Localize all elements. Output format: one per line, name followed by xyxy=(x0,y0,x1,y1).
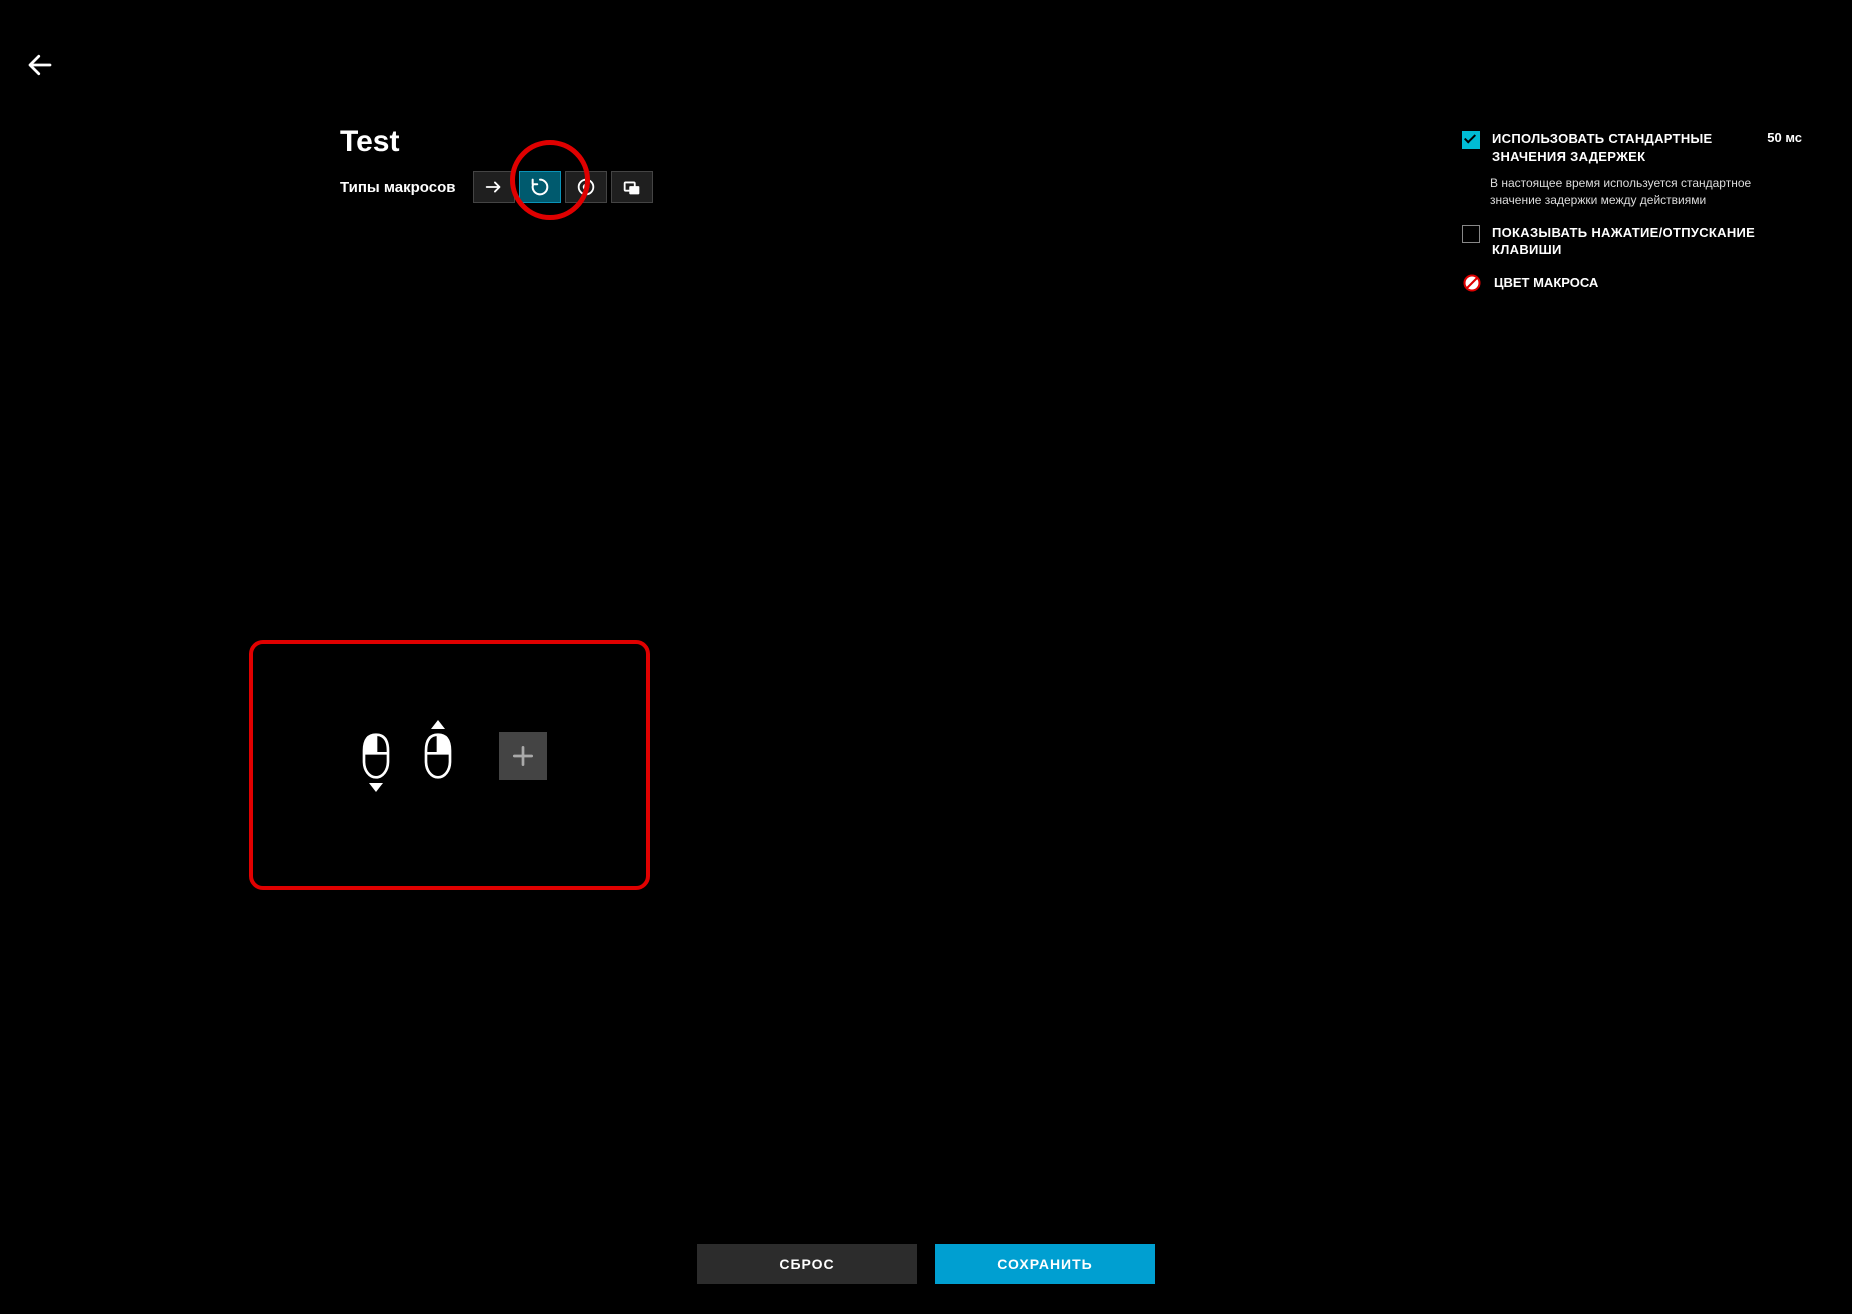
arrow-down-icon xyxy=(369,783,383,792)
arrow-right-icon xyxy=(483,176,505,198)
save-button[interactable]: СОХРАНИТЬ xyxy=(935,1244,1155,1284)
macro-action-mouse-right[interactable] xyxy=(417,720,459,792)
back-button[interactable] xyxy=(25,50,55,80)
show-press-release-checkbox[interactable] xyxy=(1462,225,1480,243)
use-default-delay-label: ИСПОЛЬЗОВАТЬ СТАНДАРТНЫЕ ЗНАЧЕНИЯ ЗАДЕРЖ… xyxy=(1492,130,1747,165)
no-color-icon xyxy=(1462,273,1482,293)
macro-color-swatch[interactable] xyxy=(1462,273,1482,293)
use-default-delay-desc: В настоящее время используется стандартн… xyxy=(1490,175,1802,210)
default-delay-value: 50 мс xyxy=(1767,130,1802,145)
mouse-left-icon xyxy=(359,732,393,780)
plus-icon xyxy=(510,743,536,769)
mouse-right-icon xyxy=(421,732,455,780)
reset-button[interactable]: СБРОС xyxy=(697,1244,917,1284)
macro-type-sequence[interactable] xyxy=(611,171,653,203)
record-icon xyxy=(575,176,597,198)
arrow-up-icon xyxy=(431,720,445,729)
macro-types-label: Типы макросов xyxy=(340,179,455,196)
macro-type-no-repeat[interactable] xyxy=(473,171,515,203)
macro-type-toggle[interactable] xyxy=(565,171,607,203)
loop-icon xyxy=(529,176,551,198)
arrow-left-icon xyxy=(25,50,55,80)
show-press-release-label: ПОКАЗЫВАТЬ НАЖАТИЕ/ОТПУСКАНИЕ КЛАВИШИ xyxy=(1492,224,1802,259)
overlay-icon xyxy=(621,176,643,198)
macro-action-mouse-left[interactable] xyxy=(355,720,397,792)
macro-color-label: ЦВЕТ МАКРОСА xyxy=(1494,275,1598,290)
macro-type-buttons xyxy=(473,171,653,203)
macro-type-loop[interactable] xyxy=(519,171,561,203)
page-title: Test xyxy=(340,125,653,159)
add-action-button[interactable] xyxy=(499,732,547,780)
use-default-delay-checkbox[interactable] xyxy=(1462,131,1480,149)
